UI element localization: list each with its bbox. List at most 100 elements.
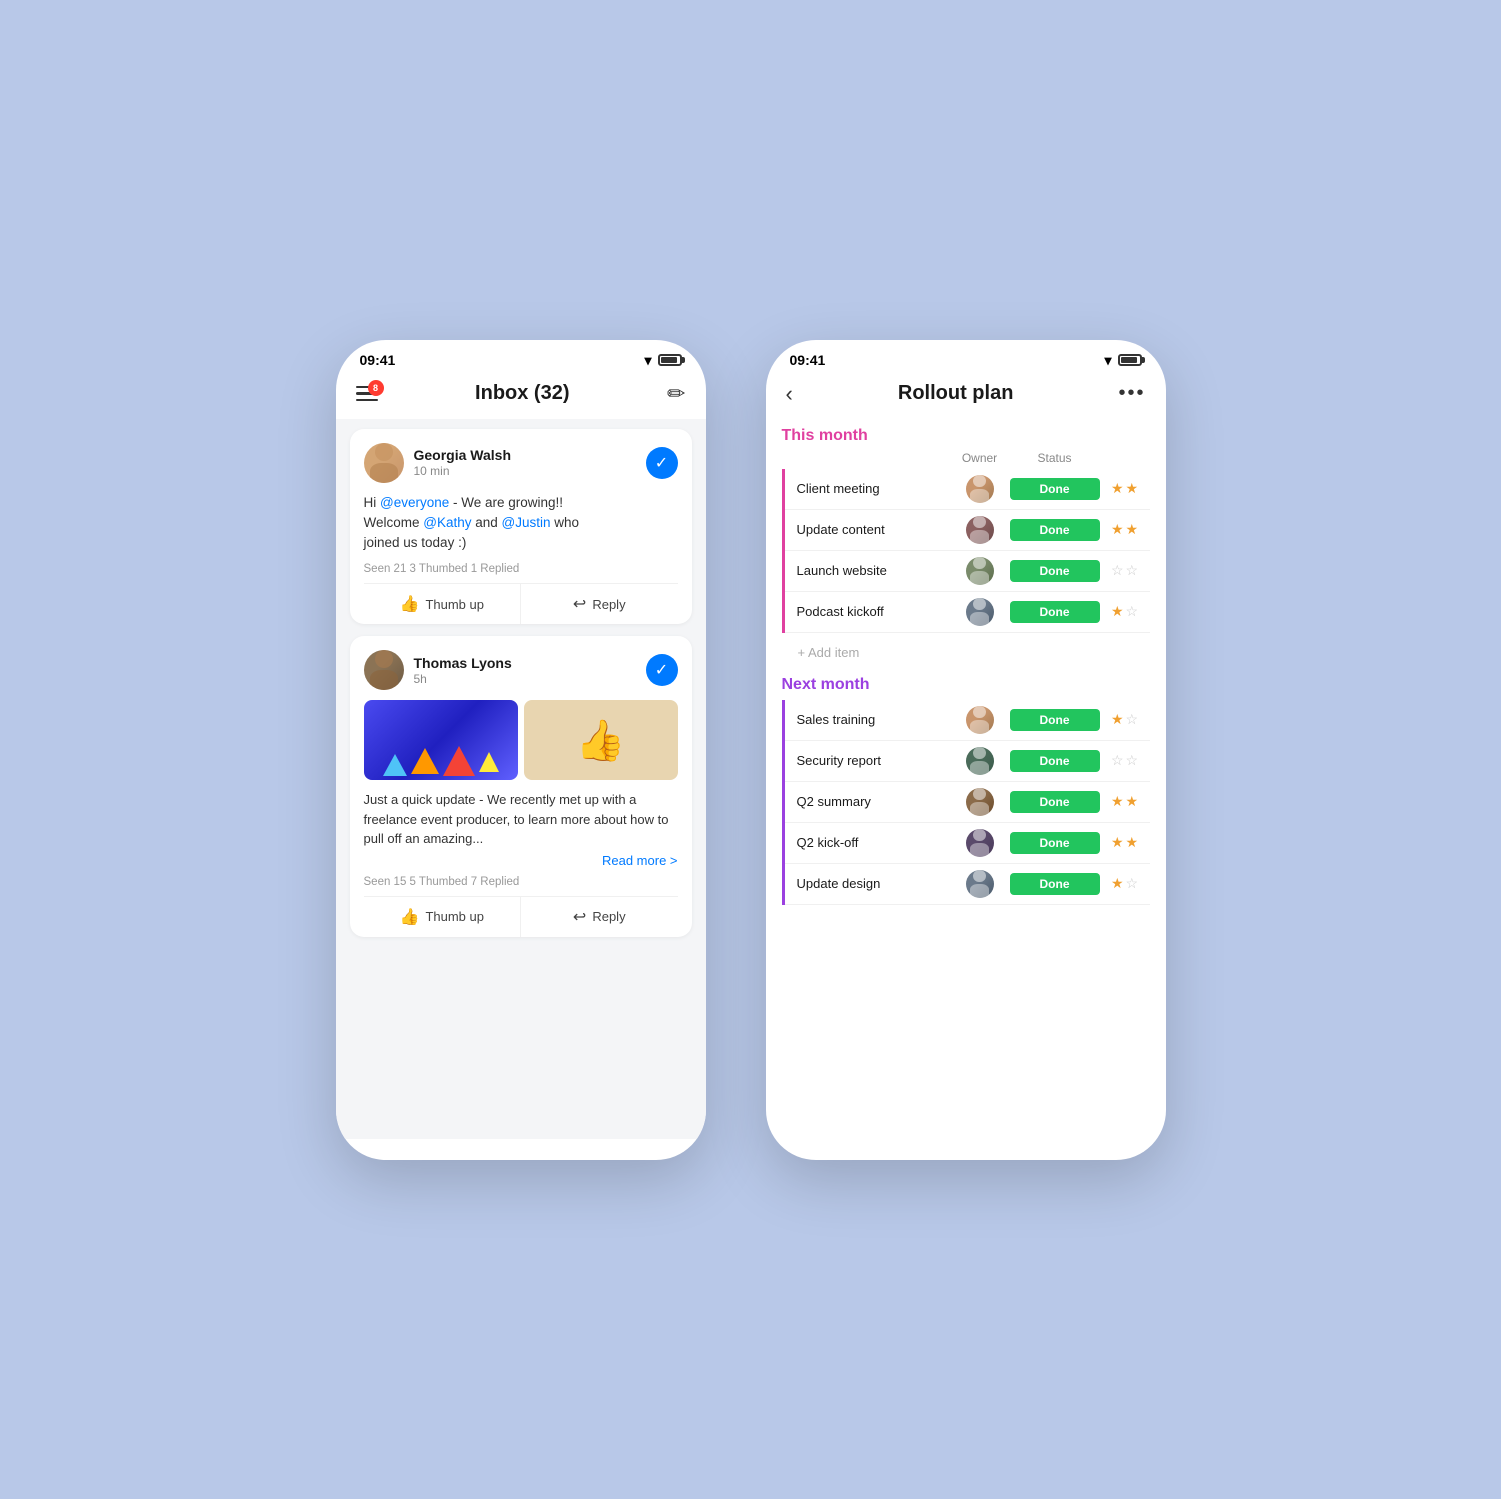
edit-button[interactable]: ✏ — [667, 381, 685, 407]
task-rating: ★★ — [1100, 834, 1150, 851]
read-more-link[interactable]: Read more > — [364, 853, 678, 868]
notification-badge: 8 — [368, 380, 384, 396]
task-row-q2-kickoff: Q2 kick-off Done ★★ — [785, 823, 1150, 864]
task-row-client-meeting: Client meeting Done ★★ — [785, 469, 1150, 510]
reply-button-1[interactable]: ↩ Reply — [521, 584, 678, 624]
scene: 09:41 ▾ 8 Inbox (32) ✏ — [336, 340, 1166, 1160]
message-images-2: 👍 — [364, 700, 678, 780]
task-status: Done — [1010, 601, 1100, 623]
task-rating: ☆☆ — [1100, 562, 1150, 579]
avatar-georgia — [364, 443, 404, 483]
task-status: Done — [1010, 519, 1100, 541]
plan-title: Rollout plan — [898, 382, 1014, 405]
task-owner — [950, 747, 1010, 775]
message-time-1: 10 min — [414, 464, 636, 478]
task-status: Done — [1010, 560, 1100, 582]
task-rating: ★☆ — [1100, 711, 1150, 728]
phone-rollout: 09:41 ▾ ‹ Rollout plan ••• This month Ow… — [766, 340, 1166, 1160]
message-header-2: Thomas Lyons 5h ✓ — [364, 650, 678, 690]
message-meta-2: Thomas Lyons 5h — [414, 655, 636, 686]
thumbup-icon-1: 👍 — [400, 594, 420, 614]
task-owner — [950, 598, 1010, 626]
thumb-up-button-2[interactable]: 👍 Thumb up — [364, 897, 522, 937]
message-author-2: Thomas Lyons — [414, 655, 636, 671]
task-rating: ☆☆ — [1100, 752, 1150, 769]
task-row-launch-website: Launch website Done ☆☆ — [785, 551, 1150, 592]
task-owner — [950, 788, 1010, 816]
message-meta-1: Georgia Walsh 10 min — [414, 447, 636, 478]
task-rating: ★★ — [1100, 521, 1150, 538]
task-rating: ★★ — [1100, 793, 1150, 810]
status-time-left: 09:41 — [360, 352, 396, 368]
back-button[interactable]: ‹ — [786, 381, 793, 407]
task-owner — [950, 829, 1010, 857]
wifi-icon-right: ▾ — [1104, 352, 1111, 369]
task-rating: ★☆ — [1100, 603, 1150, 620]
mention-justin: @Justin — [502, 515, 551, 530]
task-owner — [950, 870, 1010, 898]
message-actions-1: 👍 Thumb up ↩ Reply — [364, 583, 678, 624]
avatar-task-4 — [966, 598, 994, 626]
task-name: Sales training — [797, 712, 950, 727]
task-name: Update content — [797, 522, 950, 537]
avatar-task-1 — [966, 475, 994, 503]
task-owner — [950, 516, 1010, 544]
avatar-thomas — [364, 650, 404, 690]
menu-button[interactable]: 8 — [356, 386, 378, 402]
plan-header: ‹ Rollout plan ••• — [766, 373, 1166, 419]
task-row-q2-summary: Q2 summary Done ★★ — [785, 782, 1150, 823]
task-name: Podcast kickoff — [797, 604, 950, 619]
check-circle-2[interactable]: ✓ — [646, 654, 678, 686]
task-row-update-content: Update content Done ★★ — [785, 510, 1150, 551]
image-colorful — [364, 700, 518, 780]
plan-content: This month Owner Status Client meeting D… — [766, 419, 1166, 1139]
task-row-sales-training: Sales training Done ★☆ — [785, 700, 1150, 741]
task-row-security-report: Security report Done ☆☆ — [785, 741, 1150, 782]
more-button[interactable]: ••• — [1118, 382, 1145, 405]
col-owner-header: Owner — [950, 451, 1010, 465]
avatar-task-9 — [966, 870, 994, 898]
col-status-header: Status — [1010, 451, 1100, 465]
check-circle-1[interactable]: ✓ — [646, 447, 678, 479]
thumb-up-label-2: Thumb up — [425, 909, 484, 924]
status-icons-left: ▾ — [644, 352, 681, 369]
reply-button-2[interactable]: ↩ Reply — [521, 897, 678, 937]
wifi-icon: ▾ — [644, 352, 651, 369]
mention-everyone: @everyone — [380, 495, 449, 510]
task-name: Launch website — [797, 563, 950, 578]
battery-icon-right — [1118, 354, 1142, 366]
status-bar-right: 09:41 ▾ — [766, 340, 1166, 373]
task-owner — [950, 706, 1010, 734]
battery-icon — [658, 354, 682, 366]
task-name: Q2 kick-off — [797, 835, 950, 850]
avatar-task-3 — [966, 557, 994, 585]
table-header: Owner Status — [782, 451, 1150, 469]
message-body-1: Hi @everyone - We are growing!! Welcome … — [364, 493, 678, 554]
section-border-pink: Client meeting Done ★★ Update content Do… — [782, 469, 1150, 633]
avatar-task-6 — [966, 747, 994, 775]
mention-kathy: @Kathy — [423, 515, 471, 530]
section-next-month: Next month — [782, 676, 1150, 694]
inbox-content: Georgia Walsh 10 min ✓ Hi @everyone - We… — [336, 419, 706, 1139]
reply-icon-2: ↩ — [573, 907, 586, 927]
task-status: Done — [1010, 873, 1100, 895]
status-time-right: 09:41 — [790, 352, 826, 368]
message-time-2: 5h — [414, 672, 636, 686]
message-stats-1: Seen 21 3 Thumbed 1 Replied — [364, 563, 678, 575]
section-this-month: This month — [782, 427, 1150, 445]
thumb-up-button-1[interactable]: 👍 Thumb up — [364, 584, 522, 624]
phone-inbox: 09:41 ▾ 8 Inbox (32) ✏ — [336, 340, 706, 1160]
inbox-header: 8 Inbox (32) ✏ — [336, 373, 706, 419]
task-status: Done — [1010, 709, 1100, 731]
section-border-purple: Sales training Done ★☆ Security report D… — [782, 700, 1150, 905]
add-item-button[interactable]: + Add item — [782, 637, 1150, 668]
thumbup-icon-2: 👍 — [400, 907, 420, 927]
message-card-2: Thomas Lyons 5h ✓ — [350, 636, 692, 937]
message-author-1: Georgia Walsh — [414, 447, 636, 463]
task-name: Q2 summary — [797, 794, 950, 809]
message-header-1: Georgia Walsh 10 min ✓ — [364, 443, 678, 483]
task-row-update-design: Update design Done ★☆ — [785, 864, 1150, 905]
inbox-title: Inbox (32) — [475, 382, 569, 405]
message-body-2: Just a quick update - We recently met up… — [364, 790, 678, 849]
reply-label-1: Reply — [592, 597, 625, 612]
